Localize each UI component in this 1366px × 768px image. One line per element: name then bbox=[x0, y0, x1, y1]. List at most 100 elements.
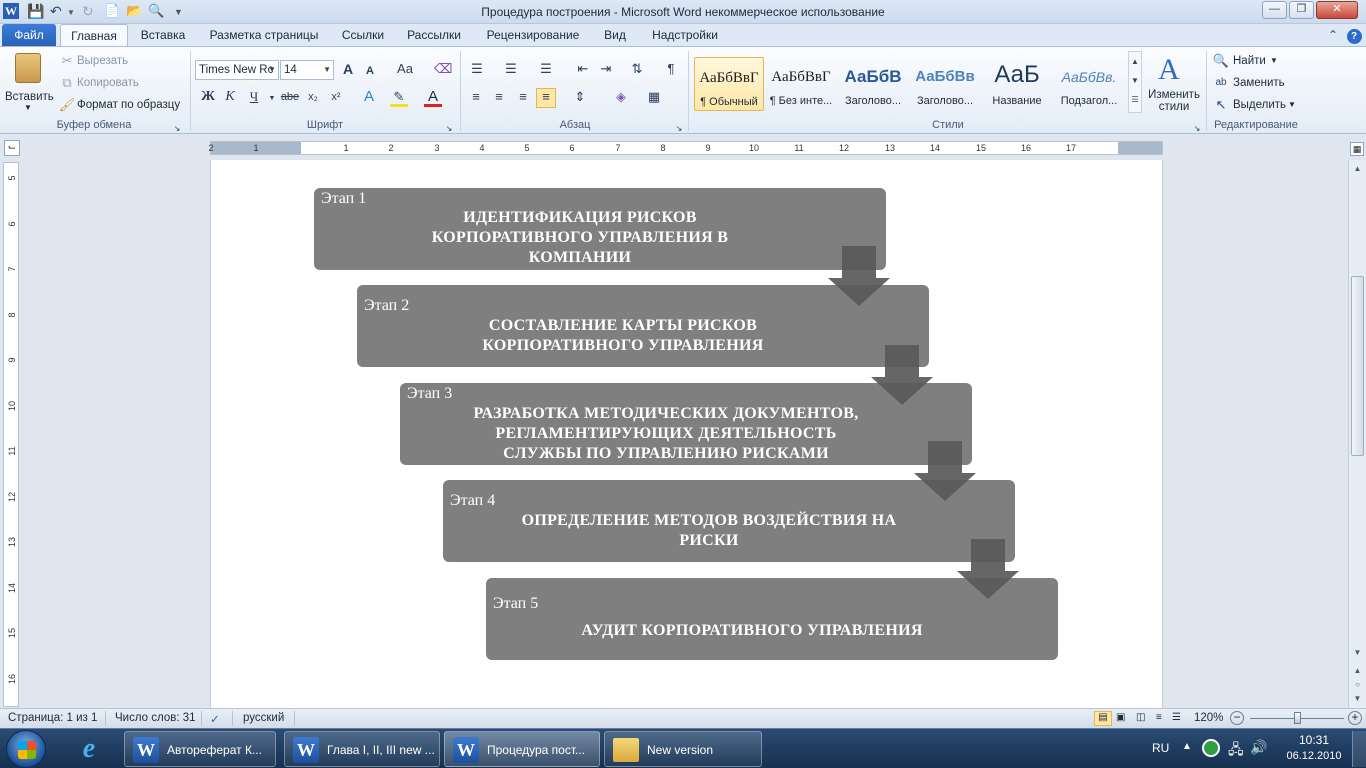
highlight-icon[interactable]: ✎ bbox=[390, 89, 408, 107]
tab-mailings[interactable]: Рассылки bbox=[402, 24, 466, 46]
clock-date[interactable]: 06.12.2010 bbox=[1280, 750, 1348, 762]
text-effects-icon[interactable]: A bbox=[360, 89, 378, 107]
page-count[interactable]: Страница: 1 из 1 bbox=[8, 712, 97, 724]
input-language[interactable]: RU bbox=[1152, 741, 1169, 755]
volume-icon[interactable]: 🔊 bbox=[1250, 739, 1267, 756]
style-title[interactable]: АаБ Название bbox=[982, 57, 1052, 111]
tab-home[interactable]: Главная bbox=[60, 24, 128, 46]
borders-icon[interactable]: ▦ bbox=[645, 89, 663, 107]
tab-file[interactable]: Файл bbox=[2, 24, 56, 46]
bullets-icon[interactable]: ☰ bbox=[468, 61, 486, 79]
spelling-check-icon[interactable]: ✓ bbox=[210, 712, 220, 726]
paste-button[interactable]: Вставить ▼ bbox=[5, 51, 54, 113]
zoom-level[interactable]: 120% bbox=[1194, 712, 1223, 724]
find-dropdown-icon[interactable]: ▼ bbox=[1270, 56, 1278, 65]
clipboard-launcher-icon[interactable]: ↘ bbox=[172, 121, 182, 133]
font-color-icon[interactable]: A bbox=[424, 89, 442, 107]
outline-view-icon[interactable]: ≡ bbox=[1156, 712, 1162, 723]
word-count[interactable]: Число слов: 31 bbox=[115, 712, 196, 724]
style-normal[interactable]: АаБбВвГ ¶ Обычный bbox=[694, 57, 764, 111]
tab-page-layout[interactable]: Разметка страницы bbox=[204, 24, 324, 46]
tab-selector-icon[interactable]: ⌙ bbox=[4, 140, 20, 156]
format-painter-button[interactable]: Формат по образцу bbox=[77, 99, 180, 111]
restore-button[interactable]: ❐ bbox=[1289, 1, 1314, 19]
font-launcher-icon[interactable]: ↘ bbox=[444, 121, 454, 133]
shrink-font-button[interactable]: A bbox=[361, 63, 379, 81]
clock-time[interactable]: 10:31 bbox=[1284, 733, 1344, 747]
change-case-button[interactable]: Aa bbox=[392, 61, 418, 79]
start-button[interactable] bbox=[6, 730, 46, 768]
style-no-spacing[interactable]: АаБбВвГ ¶ Без инте... bbox=[766, 57, 836, 111]
shading-icon[interactable]: ◈ bbox=[612, 89, 630, 107]
print-layout-view-icon[interactable]: ▤ bbox=[1094, 711, 1112, 726]
align-left-icon[interactable]: ≡ bbox=[467, 89, 485, 107]
change-styles-button[interactable]: A Изменить стили bbox=[1146, 51, 1202, 117]
show-marks-icon[interactable]: ¶ bbox=[662, 61, 680, 79]
underline-button[interactable]: Ч bbox=[245, 89, 263, 107]
replace-icon[interactable]: ab bbox=[1212, 75, 1230, 93]
style-heading-1[interactable]: АаБбВ Заголово... bbox=[838, 57, 908, 111]
select-dropdown-icon[interactable]: ▼ bbox=[1288, 100, 1296, 109]
show-desktop-button[interactable] bbox=[1352, 731, 1366, 767]
scroll-down-icon[interactable]: ▼ bbox=[1351, 646, 1364, 659]
internet-explorer-icon[interactable]: e bbox=[72, 733, 106, 765]
zoom-in-icon[interactable]: + bbox=[1348, 711, 1362, 725]
taskbar-item-procedure[interactable]: W Процедура пост... bbox=[444, 731, 600, 767]
tab-review[interactable]: Рецензирование bbox=[478, 24, 588, 46]
tab-insert[interactable]: Вставка bbox=[134, 24, 192, 46]
tab-references[interactable]: Ссылки bbox=[336, 24, 390, 46]
vertical-scrollbar[interactable]: ▲ ▼ ▲ ○ ▼ bbox=[1348, 160, 1366, 708]
paragraph-launcher-icon[interactable]: ↘ bbox=[674, 121, 684, 133]
replace-button[interactable]: Заменить bbox=[1233, 77, 1285, 89]
minimize-button[interactable]: — bbox=[1262, 1, 1287, 19]
network-icon[interactable]: 🖧 bbox=[1228, 739, 1244, 763]
select-cursor-icon[interactable]: ↖ bbox=[1212, 97, 1230, 115]
align-right-icon[interactable]: ≡ bbox=[514, 89, 532, 107]
decrease-indent-icon[interactable]: ⇤ bbox=[574, 61, 592, 79]
scroll-up-icon[interactable]: ▲ bbox=[1351, 162, 1364, 175]
styles-launcher-icon[interactable]: ↘ bbox=[1192, 121, 1202, 133]
strikethrough-button[interactable]: abe bbox=[279, 89, 301, 107]
font-size-combo[interactable]: 14 ▼ bbox=[280, 60, 334, 80]
taskbar-item-new-version[interactable]: New version bbox=[604, 731, 762, 767]
draft-view-icon[interactable]: ☰ bbox=[1172, 712, 1181, 723]
tab-view[interactable]: Вид bbox=[598, 24, 632, 46]
copy-button[interactable]: Копировать bbox=[77, 77, 139, 89]
cut-icon[interactable]: ✂ bbox=[58, 53, 76, 71]
scroll-thumb[interactable] bbox=[1351, 276, 1364, 456]
superscript-button[interactable]: x² bbox=[327, 89, 345, 107]
justify-icon[interactable]: ≡ bbox=[536, 88, 556, 108]
stage-1-box[interactable]: Этап 1 ИДЕНТИФИКАЦИЯ РИСКОВ КОРПОРАТИВНОГО… bbox=[314, 188, 886, 270]
line-spacing-icon[interactable]: ⇕ bbox=[571, 89, 589, 107]
tray-app-icon[interactable] bbox=[1202, 739, 1220, 757]
cut-button[interactable]: Вырезать bbox=[77, 55, 128, 67]
web-layout-view-icon[interactable]: ◫ bbox=[1136, 712, 1145, 723]
browse-object-icon[interactable]: ○ bbox=[1351, 678, 1364, 691]
subscript-button[interactable]: x₂ bbox=[304, 89, 322, 107]
zoom-out-icon[interactable]: − bbox=[1230, 711, 1244, 725]
tab-addins[interactable]: Надстройки bbox=[644, 24, 726, 46]
language-indicator[interactable]: русский bbox=[243, 712, 284, 724]
format-painter-icon[interactable]: 🖌 bbox=[58, 97, 76, 115]
align-center-icon[interactable]: ≡ bbox=[490, 89, 508, 107]
styles-scroll[interactable]: ▲ ▼ ☰ bbox=[1128, 51, 1142, 113]
find-button[interactable]: Найти bbox=[1233, 55, 1266, 67]
numbering-icon[interactable]: ☰ bbox=[502, 61, 520, 79]
minimize-ribbon-icon[interactable]: ⌃ bbox=[1324, 24, 1342, 46]
help-icon[interactable]: ? bbox=[1344, 24, 1364, 46]
style-subtitle[interactable]: АаБбВв. Подзагол... bbox=[1054, 57, 1124, 111]
vertical-ruler[interactable]: 5 6 7 8 9 10 11 12 13 14 15 16 bbox=[3, 162, 19, 707]
previous-page-icon[interactable]: ▲ bbox=[1351, 664, 1364, 677]
show-hidden-icons[interactable]: ▲ bbox=[1182, 741, 1192, 752]
taskbar-item-autoreferat[interactable]: W Автореферат К... bbox=[124, 731, 276, 767]
sort-icon[interactable]: ⇅ bbox=[628, 61, 646, 79]
zoom-slider-thumb[interactable] bbox=[1294, 712, 1301, 724]
style-heading-2[interactable]: АаБбВв Заголово... bbox=[910, 57, 980, 111]
horizontal-ruler[interactable]: 2 1 1 2 3 4 5 6 7 8 9 10 11 12 13 14 15 16 17 bbox=[208, 141, 1163, 155]
multilevel-list-icon[interactable]: ☰ bbox=[537, 61, 555, 79]
select-button[interactable]: Выделить bbox=[1233, 99, 1286, 111]
document-page[interactable]: Этап 1 ИДЕНТИФИКАЦИЯ РИСКОВ КОРПОРАТИВНОГО… bbox=[210, 160, 1163, 708]
find-icon[interactable]: 🔍 bbox=[1212, 53, 1230, 71]
font-name-combo[interactable]: Times New Rc ▼ bbox=[195, 60, 279, 80]
next-page-icon[interactable]: ▼ bbox=[1351, 692, 1364, 705]
